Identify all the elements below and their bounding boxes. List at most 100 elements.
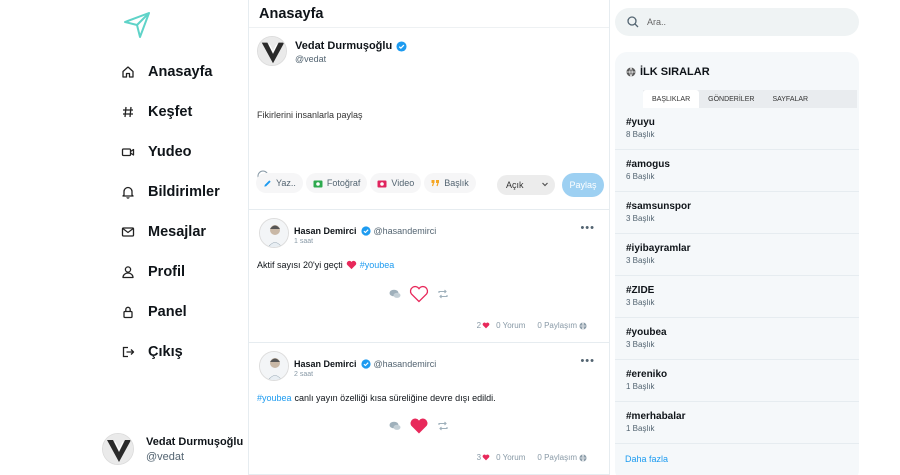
visibility-select[interactable]: Açık (497, 175, 555, 195)
comment-icon[interactable] (389, 421, 401, 431)
nav-label: Keşfet (148, 104, 193, 120)
video-icon (120, 144, 136, 160)
post-stats: 2 0 Yorum 0 Paylaşım (465, 321, 587, 330)
nav-item-panel[interactable]: Panel (120, 292, 220, 332)
tab-basliklar[interactable]: BAŞLIKLAR (643, 90, 700, 108)
paper-plane-logo-icon[interactable] (122, 10, 152, 40)
nav-item-anasayfa[interactable]: Anasayfa (120, 52, 220, 92)
post-text-body: Aktif sayısı 20'yi geçti (257, 260, 343, 270)
chevron-down-icon (541, 180, 549, 190)
comments-count[interactable]: 0 Yorum (496, 453, 525, 462)
nav-item-cikis[interactable]: Çıkış (120, 332, 220, 372)
nav-label: Profil (148, 264, 186, 280)
tab-gonderiler[interactable]: GÖNDERİLER (699, 90, 763, 108)
like-heart-icon[interactable] (409, 285, 429, 303)
trends-tabs: BAŞLIKLAR GÖNDERİLER SAYFALAR (643, 90, 857, 108)
nav-label: Yudeo (148, 144, 192, 160)
trend-item[interactable]: #ZIDE 3 Başlık (615, 276, 859, 318)
liked-heart-icon[interactable] (409, 417, 429, 435)
trend-tag: #ZIDE (626, 285, 655, 296)
trend-item[interactable]: #iyibayramlar 3 Başlık (615, 234, 859, 276)
trend-count: 1 Başlık (626, 382, 655, 391)
nav-label: Anasayfa (148, 64, 213, 80)
composer-text-input[interactable]: Fikirlerini insanlarla paylaş (257, 110, 363, 120)
trends-title: İLK SIRALAR (626, 66, 710, 78)
verified-icon (396, 40, 407, 52)
verified-icon (360, 359, 371, 369)
post-actions (389, 285, 449, 303)
shares-count[interactable]: 0 Paylaşım (531, 453, 587, 462)
post-author-name: Hasan Demirci (294, 226, 357, 236)
repost-icon[interactable] (437, 289, 449, 299)
trend-item[interactable]: #yuyu 8 Başlık (615, 108, 859, 150)
nav-label: Bildirimler (148, 184, 220, 200)
avatar (102, 433, 134, 465)
left-sidebar: Anasayfa Keşfet Yudeo Bildirimler Mesajl… (0, 0, 248, 475)
trend-item[interactable]: #ereniko 1 Başlık (615, 360, 859, 402)
visibility-value: Açık (506, 180, 524, 190)
likes-count[interactable]: 2 (471, 321, 490, 330)
nav-item-bildirimler[interactable]: Bildirimler (120, 172, 220, 212)
repost-icon[interactable] (437, 421, 449, 431)
heart-emoji-icon (346, 260, 357, 270)
main-column: Anasayfa Vedat Durmuşoğlu @vedat Fikirle… (248, 0, 610, 475)
bell-icon (120, 184, 136, 200)
current-user-name: Vedat Durmuşoğlu (146, 435, 244, 448)
trend-tag: #samsunspor (626, 201, 692, 212)
post-actions (389, 417, 449, 435)
verified-icon (360, 226, 371, 236)
trend-item[interactable]: #samsunspor 3 Başlık (615, 192, 859, 234)
trend-tag: #iyibayramlar (626, 243, 691, 254)
share-button[interactable]: Paylaş (562, 173, 604, 197)
post-author-handle[interactable]: @hasandemirci (374, 226, 437, 236)
post-card: Hasan Demirci @hasandemirci 1 saat ••• A… (249, 210, 609, 343)
write-tool-button[interactable]: Yaz.. (256, 173, 303, 193)
post-text: Aktif sayısı 20'yi geçti #youbea (257, 260, 394, 270)
composer-name-text: Vedat Durmuşoğlu (295, 40, 393, 52)
show-more-link[interactable]: Daha fazla (625, 454, 668, 464)
avatar (259, 218, 289, 248)
post-author: Hasan Demirci @hasandemirci (294, 359, 436, 369)
trends-panel: İLK SIRALAR BAŞLIKLAR GÖNDERİLER SAYFALA… (615, 52, 859, 475)
trend-item[interactable]: #merhabalar 1 Başlık (615, 402, 859, 444)
trend-count: 6 Başlık (626, 172, 655, 181)
avatar (259, 351, 289, 381)
more-options-icon[interactable]: ••• (580, 355, 595, 367)
nav-item-kesfet[interactable]: Keşfet (120, 92, 220, 132)
more-options-icon[interactable]: ••• (580, 222, 595, 234)
tool-label: Fotoğraf (326, 178, 361, 188)
likes-number: 3 (476, 453, 482, 462)
trend-item[interactable]: #amogus 6 Başlık (615, 150, 859, 192)
nav-item-mesajlar[interactable]: Mesajlar (120, 212, 220, 252)
tab-sayfalar[interactable]: SAYFALAR (763, 90, 817, 108)
nav-label: Panel (148, 304, 187, 320)
search-input[interactable] (647, 17, 827, 27)
shares-count[interactable]: 0 Paylaşım (531, 321, 587, 330)
trend-item[interactable]: #youbea 3 Başlık (615, 318, 859, 360)
post-author-name: Hasan Demirci (294, 359, 357, 369)
post-author-handle[interactable]: @hasandemirci (374, 359, 437, 369)
main-nav: Anasayfa Keşfet Yudeo Bildirimler Mesajl… (120, 52, 220, 372)
composer-user-name: Vedat Durmuşoğlu (295, 40, 407, 52)
camera-icon (313, 179, 323, 188)
trend-count: 8 Başlık (626, 130, 655, 139)
post-hashtag-link[interactable]: #youbea (257, 393, 292, 403)
home-icon (120, 64, 136, 80)
comment-icon[interactable] (389, 289, 401, 299)
post-hashtag-link[interactable]: #youbea (360, 260, 395, 270)
current-user-card[interactable]: Vedat Durmuşoğlu @vedat (102, 433, 243, 465)
title-tool-button[interactable]: Başlık (424, 173, 476, 193)
search-bar[interactable] (615, 8, 859, 36)
comments-count[interactable]: 0 Yorum (496, 321, 525, 330)
logout-icon (120, 344, 136, 360)
photo-tool-button[interactable]: Fotoğraf (305, 173, 368, 193)
user-icon (120, 264, 136, 280)
nav-item-yudeo[interactable]: Yudeo (120, 132, 220, 172)
nav-label: Mesajlar (148, 224, 207, 240)
nav-item-profil[interactable]: Profil (120, 252, 220, 292)
video-tool-button[interactable]: Video (370, 173, 422, 193)
trend-count: 1 Başlık (626, 424, 655, 433)
lock-icon (120, 304, 136, 320)
post-time: 1 saat (294, 238, 314, 245)
likes-count[interactable]: 3 (471, 453, 490, 462)
